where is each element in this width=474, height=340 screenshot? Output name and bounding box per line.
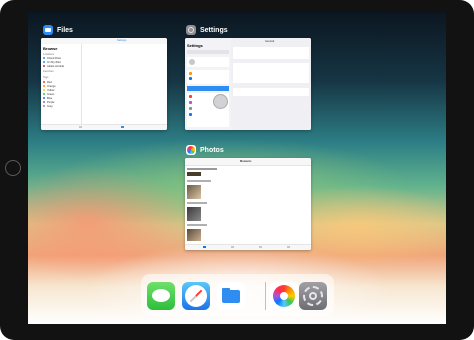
airplane-icon	[189, 72, 192, 75]
files-tag-1[interactable]: Red	[47, 81, 52, 84]
settings-icon	[186, 25, 196, 35]
files-tab-bar	[41, 124, 167, 130]
assistive-touch-button[interactable]	[213, 94, 228, 109]
files-sidebar: Browse Locations iCloud Drive On My iPad…	[41, 44, 82, 130]
files-tag-7[interactable]: Gray	[47, 105, 53, 108]
files-section-favorites: Favorites	[43, 70, 54, 73]
moment-header-1	[187, 168, 217, 170]
photos-app-card[interactable]: Moments	[185, 158, 311, 250]
ipad-icon	[43, 61, 45, 63]
settings-icon[interactable]	[299, 282, 327, 310]
files-sidebar-title: Browse	[43, 46, 58, 51]
dock	[141, 274, 334, 316]
safari-icon[interactable]	[182, 282, 210, 310]
settings-sidebar: Settings	[185, 38, 232, 130]
photos-app-name: Photos	[200, 146, 224, 154]
photos-icon	[186, 145, 196, 155]
files-app-label[interactable]: Files	[43, 25, 73, 35]
files-app-card[interactable]: Settings Browse Locations iCloud Drive O…	[41, 38, 167, 130]
files-section-tags: Tags	[43, 76, 49, 79]
files-top-label: Settings	[117, 39, 127, 42]
tag-blue-icon	[43, 97, 45, 99]
display-icon	[189, 113, 192, 116]
settings-detail-group-2[interactable]	[233, 63, 309, 83]
settings-detail-title: General	[265, 39, 275, 43]
photos-app-label[interactable]: Photos	[186, 145, 224, 155]
app-switcher-screen: Files Settings Browse Locations iCloud D…	[28, 12, 446, 324]
settings-app-label[interactable]: Settings	[186, 25, 228, 35]
settings-search-field[interactable]	[187, 50, 229, 54]
photo-thumb-2[interactable]	[187, 185, 201, 199]
files-tag-3[interactable]: Yellow	[47, 89, 54, 92]
settings-selected-row[interactable]	[187, 86, 229, 91]
photos-title: Moments	[240, 160, 252, 163]
settings-detail-group-1[interactable]	[233, 47, 309, 59]
photos-icon[interactable]	[270, 282, 298, 310]
photo-thumb-4[interactable]	[187, 229, 201, 241]
files-location-2[interactable]: On My iPad	[47, 61, 61, 64]
files-app-name: Files	[57, 26, 73, 34]
tag-gray-icon	[43, 105, 45, 107]
tag-yellow-icon	[43, 89, 45, 91]
files-tag-6[interactable]: Purple	[47, 101, 55, 104]
tag-orange-icon	[43, 85, 45, 87]
settings-profile-row[interactable]	[187, 57, 229, 67]
moment-header-3	[187, 202, 207, 204]
settings-title: Settings	[187, 43, 203, 48]
notifications-icon	[189, 95, 192, 98]
settings-group-1	[187, 70, 229, 84]
photos-tab-icon[interactable]	[203, 246, 206, 248]
dock-separator	[265, 282, 266, 310]
dnd-icon	[189, 101, 192, 104]
files-icon[interactable]	[217, 282, 245, 310]
for-you-tab-icon[interactable]	[231, 246, 234, 248]
settings-app-name: Settings	[200, 26, 228, 34]
tag-red-icon	[43, 81, 45, 83]
settings-app-card[interactable]: Settings General	[185, 38, 311, 130]
wifi-icon	[189, 77, 192, 80]
recents-tab-icon[interactable]	[79, 126, 82, 128]
general-icon	[189, 107, 192, 110]
home-button[interactable]	[5, 160, 21, 176]
settings-detail-group-3[interactable]	[233, 88, 309, 96]
files-icon	[43, 25, 53, 35]
files-tag-5[interactable]: Blue	[47, 97, 52, 100]
settings-detail: General	[231, 38, 311, 130]
tag-purple-icon	[43, 101, 45, 103]
files-tag-2[interactable]: Orange	[47, 85, 56, 88]
avatar	[189, 59, 195, 65]
moment-header-2	[187, 180, 211, 182]
acrobat-icon	[43, 65, 45, 67]
icloud-icon	[43, 57, 45, 59]
tag-green-icon	[43, 93, 45, 95]
photo-thumb-3[interactable]	[187, 207, 201, 221]
files-tag-4[interactable]: Green	[47, 93, 54, 96]
browse-tab-icon[interactable]	[121, 126, 124, 128]
moment-header-4	[187, 224, 207, 226]
files-location-3[interactable]: Adobe Acrobat	[47, 65, 64, 68]
albums-tab-icon[interactable]	[287, 246, 290, 248]
files-location-1[interactable]: iCloud Drive	[47, 57, 61, 60]
ipad-device: Files Settings Browse Locations iCloud D…	[0, 0, 474, 340]
shared-tab-icon[interactable]	[259, 246, 262, 248]
photo-thumb-1[interactable]	[187, 172, 201, 176]
messages-icon[interactable]	[147, 282, 175, 310]
